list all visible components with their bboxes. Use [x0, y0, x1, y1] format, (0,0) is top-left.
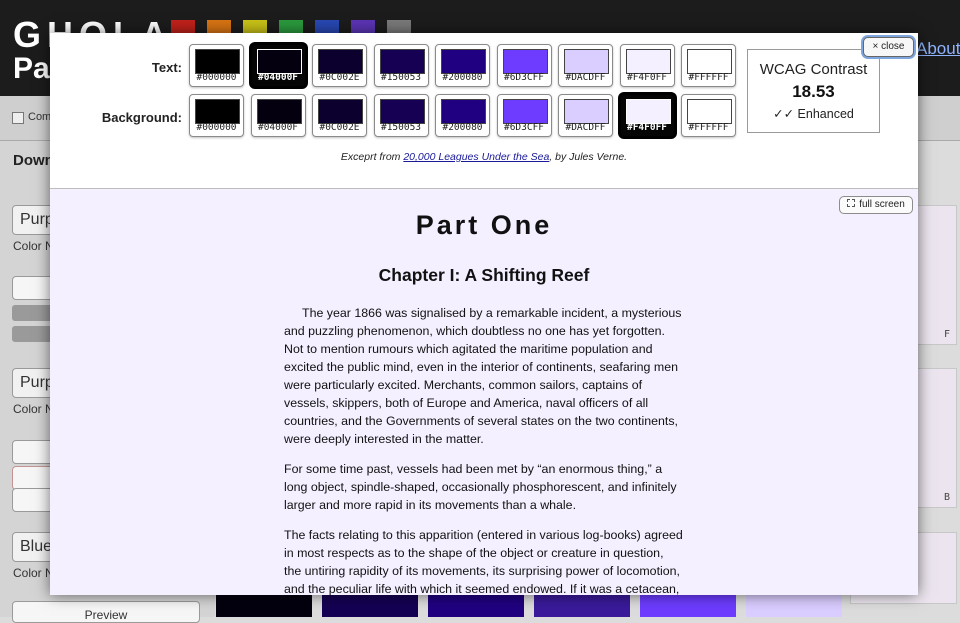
swatch-hex-label: #000000 [196, 72, 237, 83]
about-link[interactable]: About [916, 39, 960, 59]
color-name-label: Color N [13, 239, 54, 253]
sidebar-heading: Down [13, 152, 54, 169]
palette-strip-swatch [216, 595, 312, 617]
text-preview-area: full screen Part One Chapter I: A Shifti… [50, 189, 918, 595]
text-swatch[interactable]: #F4F0FF [619, 44, 675, 87]
wcag-title: WCAG Contrast [759, 61, 868, 78]
swatch-hex-label: #F4F0FF [626, 122, 668, 133]
contrast-ratio: 18.53 [792, 82, 835, 101]
swatch-hex-label: #6D3CFF [503, 72, 545, 83]
swatch-hex-label: #150053 [380, 72, 422, 83]
swatch-color-chip [687, 99, 732, 124]
background-swatch[interactable]: #6D3CFF [496, 94, 552, 137]
swatch-hex-label: #04000F [257, 72, 299, 83]
part-title: Part One [415, 210, 553, 240]
swatch-hex-label: #DACDFF [565, 72, 606, 83]
toolbar-checkbox[interactable] [12, 112, 24, 124]
background-swatch[interactable]: #F4F0FF [619, 94, 675, 137]
color-name-label: Color N [13, 402, 54, 416]
swatch-color-chip [502, 49, 548, 74]
palette-strip-swatch [428, 595, 524, 617]
color-name-label: Color N [13, 566, 54, 580]
background-swatch[interactable]: #200080 [435, 94, 490, 137]
swatch-hex-label: #150053 [380, 122, 422, 133]
swatch-color-chip [379, 99, 425, 124]
background-swatch[interactable]: #DACDFF [558, 94, 613, 137]
background-row-label: Background: [101, 110, 182, 125]
swatch-color-chip [379, 49, 425, 74]
toolbar-checkbox-label: Com [28, 111, 52, 123]
palette-strip-swatch [322, 595, 418, 617]
swatch-color-chip [564, 99, 609, 124]
color-picker-panel: Text: Background: #000000 #04000F #0C002E #… [50, 33, 918, 189]
text-swatch[interactable]: #04000F [250, 44, 306, 87]
full-screen-label: full screen [859, 199, 905, 210]
swatch-color-chip [318, 49, 363, 74]
swatch-color-chip [625, 49, 671, 74]
background-swatch[interactable]: #04000F [250, 94, 306, 137]
text-swatch[interactable]: #150053 [373, 44, 429, 87]
swatch-color-chip [195, 99, 240, 124]
text-swatch[interactable]: #6D3CFF [496, 44, 552, 87]
caption-suffix: , by Jules Verne. [549, 151, 628, 163]
swatch-color-chip [625, 99, 671, 124]
wcag-level: ✓✓ Enhanced [773, 107, 854, 121]
fullscreen-icon [847, 199, 856, 207]
background-swatch[interactable]: #000000 [189, 94, 244, 137]
close-button[interactable]: × close [863, 37, 914, 57]
text-swatch[interactable]: #0C002E [312, 44, 367, 87]
paragraph: The year 1866 was signalised by a remark… [284, 306, 682, 446]
swatch-color-chip [441, 49, 486, 74]
swatch-hex-label: #200080 [442, 122, 483, 133]
swatch-color-chip [441, 99, 486, 124]
background-swatch[interactable]: #FFFFFF [681, 94, 736, 137]
palette-strip-swatch [746, 595, 842, 617]
swatch-hex-label: #0C002E [319, 122, 360, 133]
swatch-color-chip [256, 49, 302, 74]
swatch-hex-label: #04000F [257, 122, 299, 133]
palette-card-label: B [943, 492, 950, 503]
excerpt-text: The year 1866 was signalised by a remark… [284, 304, 684, 595]
excerpt-caption: Exceprt from 20,000 Leagues Under the Se… [50, 151, 918, 163]
swatch-color-chip [256, 99, 302, 124]
swatch-hex-label: #6D3CFF [503, 122, 545, 133]
swatch-color-chip [502, 99, 548, 124]
paragraph: The facts relating to this apparition (e… [284, 528, 683, 595]
book-link[interactable]: 20,000 Leagues Under the Sea [403, 151, 549, 163]
contrast-preview-modal: Text: Background: #000000 #04000F #0C002E #… [50, 33, 918, 595]
palette-strip-swatch [534, 595, 630, 617]
paragraph: For some time past, vessels had been met… [284, 462, 677, 512]
caption-prefix: Exceprt from [340, 151, 404, 163]
text-swatch[interactable]: #FFFFFF [681, 44, 736, 87]
palette-card-label: F [943, 329, 950, 340]
background-swatch[interactable]: #0C002E [312, 94, 367, 137]
swatch-hex-label: #0C002E [319, 72, 360, 83]
swatch-hex-label: #DACDFF [565, 122, 606, 133]
swatch-hex-label: #000000 [196, 122, 237, 133]
swatch-hex-label: #200080 [442, 72, 483, 83]
swatch-color-chip [687, 49, 732, 74]
swatch-hex-label: #FFFFFF [688, 72, 729, 83]
swatch-color-chip [564, 49, 609, 74]
swatch-color-chip [195, 49, 240, 74]
wcag-contrast-box: WCAG Contrast 18.53 ✓✓ Enhanced [747, 49, 880, 133]
palette-strip-swatch [640, 595, 736, 617]
swatch-hex-label: #FFFFFF [688, 122, 729, 133]
text-swatch[interactable]: #DACDFF [558, 44, 613, 87]
text-swatch[interactable]: #000000 [189, 44, 244, 87]
swatch-color-chip [318, 99, 363, 124]
text-row-label: Text: [151, 60, 182, 75]
swatch-hex-label: #F4F0FF [626, 72, 668, 83]
text-swatch[interactable]: #200080 [435, 44, 490, 87]
preview-button[interactable]: Preview [12, 601, 200, 623]
chapter-title: Chapter I: A Shifting Reef [378, 265, 590, 285]
background-swatch[interactable]: #150053 [373, 94, 429, 137]
